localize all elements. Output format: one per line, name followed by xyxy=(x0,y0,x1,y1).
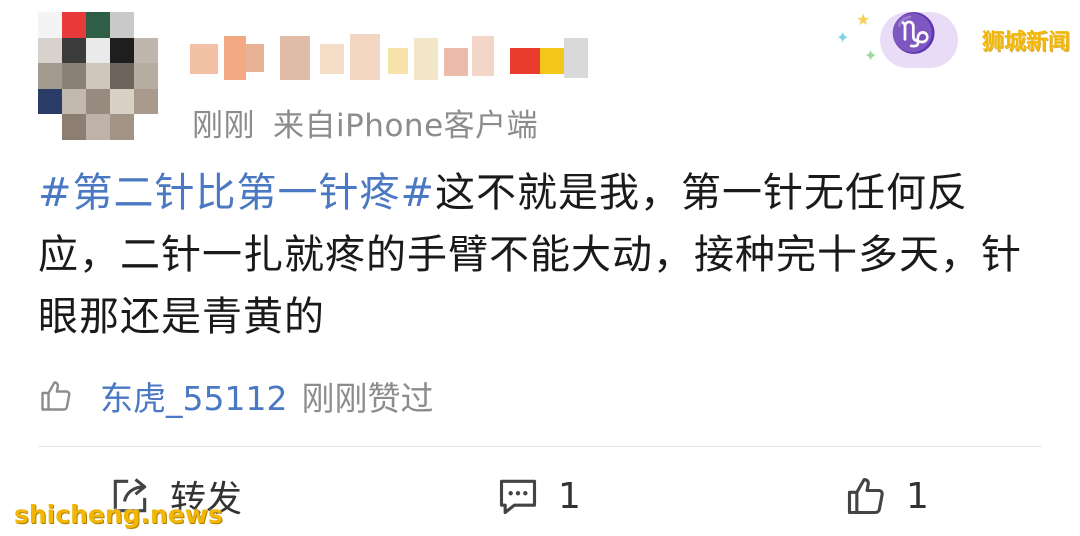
hashtag-link[interactable]: #第二针比第一针疼# xyxy=(38,170,435,216)
divider xyxy=(38,446,1042,447)
liker-username-link[interactable]: 东虎_55112 xyxy=(100,372,287,420)
comment-button[interactable]: 1 xyxy=(496,468,581,524)
comment-icon xyxy=(499,479,537,515)
brand-name: 狮城新闻 xyxy=(981,30,1070,55)
like-count: 1 xyxy=(906,475,929,517)
avatar[interactable] xyxy=(38,12,158,140)
post-source: 来自iPhone客户端 xyxy=(273,108,539,144)
thumbs-up-icon xyxy=(847,477,884,515)
post-meta: 刚刚 来自iPhone客户端 xyxy=(192,100,538,145)
post-body: #第二针比第一针疼#这不就是我，第一针无任何反应，二针一扎就疼的手臂不能大动，接… xyxy=(38,162,1038,348)
like-button[interactable]: 1 xyxy=(844,468,929,524)
star-icon: ✦ xyxy=(836,28,850,47)
username-blurred[interactable] xyxy=(190,30,590,84)
brand-watermark: ♑ ✦ ★ ✦ 狮城新闻 xyxy=(830,8,1070,68)
comment-count: 1 xyxy=(558,475,581,517)
site-watermark: shicheng.news xyxy=(14,500,223,529)
capricorn-icon: ♑ xyxy=(890,10,938,55)
weibo-post-card: 刚刚 来自iPhone客户端 ♑ ✦ ★ ✦ 狮城新闻 #第二针比第一针疼#这不就… xyxy=(0,0,1080,536)
star-icon: ★ xyxy=(856,10,871,29)
star-icon: ✦ xyxy=(864,46,878,65)
liked-by-row: 东虎_55112 刚刚赞过 xyxy=(38,372,433,420)
post-time: 刚刚 xyxy=(192,108,255,144)
thumbs-up-icon xyxy=(41,381,71,411)
liked-action-text: 刚刚赞过 xyxy=(301,379,434,418)
